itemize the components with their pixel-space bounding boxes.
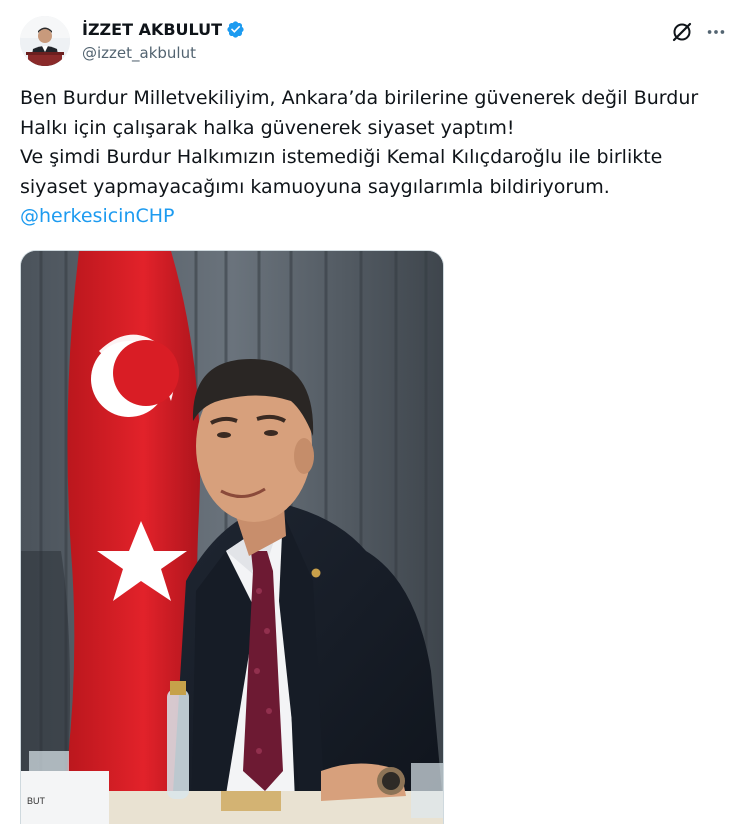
avatar[interactable] xyxy=(20,16,70,66)
verified-badge-icon xyxy=(226,20,245,39)
nameplate-text: BUT xyxy=(27,796,46,806)
grok-icon[interactable] xyxy=(670,20,694,44)
tweet-text-line: Ve şimdi Burdur Halkımızın istemediği Ke… xyxy=(20,146,663,168)
mention-link[interactable]: @herkesicinCHP xyxy=(20,202,720,232)
author-name-row[interactable]: İZZET AKBULUT xyxy=(82,18,245,40)
tweet-text-line: siyaset yapmayacağımı kamuoyuna saygılar… xyxy=(20,175,610,198)
tweet-text-line: Ben Burdur Milletvekiliyim, Ankara’da bi… xyxy=(20,87,699,109)
photo-image: BUT xyxy=(21,251,443,824)
tweet-photo[interactable]: BUT xyxy=(20,250,444,824)
tweet-card: İZZET AKBULUT @izzet_akbulut Ben Burdur … xyxy=(0,0,751,824)
tweet-text-line: Halkı için çalışarak halka güvenerek siy… xyxy=(20,116,515,139)
author-handle[interactable]: @izzet_akbulut xyxy=(82,44,196,62)
more-options-icon[interactable] xyxy=(704,20,728,44)
avatar-image xyxy=(20,16,70,66)
tweet-text: Ben Burdur Milletvekiliyim, Ankara’da bi… xyxy=(20,84,720,232)
author-display-name[interactable]: İZZET AKBULUT xyxy=(82,20,222,39)
